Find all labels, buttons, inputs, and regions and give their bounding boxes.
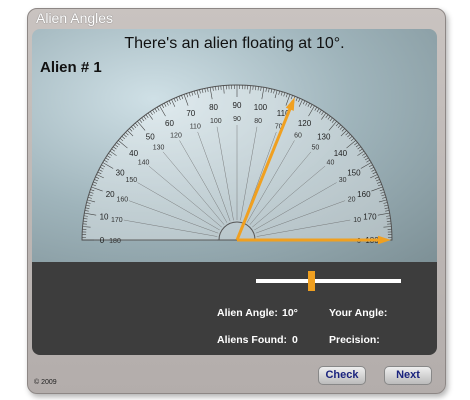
alien-angle-value: 10° (282, 307, 298, 319)
protractor-inner-label: 140 (138, 160, 150, 167)
protractor-scene: 0 10 20 30 40 50 60 70 80 90 100 110 120 130 140 150 160… (32, 29, 437, 262)
protractor-outer-label: 80 (209, 103, 218, 112)
protractor-outer-label: 150 (347, 169, 361, 178)
protractor-inner-label: 20 (348, 196, 356, 203)
protractor-inner-label: 170 (111, 217, 123, 224)
protractor-outer-label: 160 (357, 190, 371, 199)
aliens-found-label: Aliens Found: (217, 334, 287, 346)
protractor-outer-label: 60 (165, 119, 174, 128)
protractor-outer-label: 70 (186, 109, 195, 118)
angle-slider[interactable] (256, 271, 401, 291)
protractor-inner-label: 150 (126, 177, 138, 184)
protractor-outer-label: 30 (116, 169, 125, 178)
next-button[interactable]: Next (384, 366, 432, 385)
protractor-outer-label: 10 (100, 213, 109, 222)
precision-label: Precision: (329, 334, 380, 346)
protractor-inner-label: 160 (117, 196, 129, 203)
check-button[interactable]: Check (318, 366, 366, 385)
control-panel: Alien Angle: 10° Your Angle: Aliens Foun… (32, 262, 437, 355)
protractor-outer-label: 90 (233, 101, 242, 110)
protractor-outer-label: 50 (146, 133, 155, 142)
protractor-inner-label: 90 (233, 116, 241, 123)
aliens-found-value: 0 (292, 334, 298, 346)
protractor-inner-label: 30 (339, 177, 347, 184)
protractor-outer-label: 170 (363, 213, 377, 222)
protractor-outer-label: 20 (106, 190, 115, 199)
your-angle-label: Your Angle: (329, 307, 388, 319)
protractor-inner-label: 10 (353, 217, 361, 224)
alien-angle-label: Alien Angle: (217, 307, 278, 319)
alien-number: Alien # 1 (40, 59, 102, 76)
copyright: © 2009 (34, 379, 57, 386)
window-title: Alien Angles (36, 10, 114, 26)
protractor-inner-label: 130 (153, 145, 165, 152)
protractor-inner-label: 40 (327, 160, 335, 167)
protractor-inner-label: 50 (312, 145, 320, 152)
protractor-inner-label: 100 (210, 118, 222, 125)
protractor-outer-label: 100 (254, 103, 268, 112)
protractor-outer-label: 40 (129, 149, 138, 158)
protractor-inner-label: 120 (170, 132, 182, 139)
protractor-inner-label: 110 (190, 123, 201, 130)
protractor-outer-label: 130 (317, 133, 331, 142)
slider-thumb[interactable] (308, 271, 316, 291)
protractor-inner-label: 180 (109, 238, 121, 245)
protractor-inner-label: 60 (294, 132, 302, 139)
protractor-inner-label: 80 (254, 118, 262, 125)
protractor-outer-label: 140 (334, 149, 348, 158)
protractor-outer-label: 0 (100, 236, 105, 245)
protractor-outer-label: 120 (298, 119, 312, 128)
prompt-text: There's an alien floating at 10°. (124, 35, 345, 52)
